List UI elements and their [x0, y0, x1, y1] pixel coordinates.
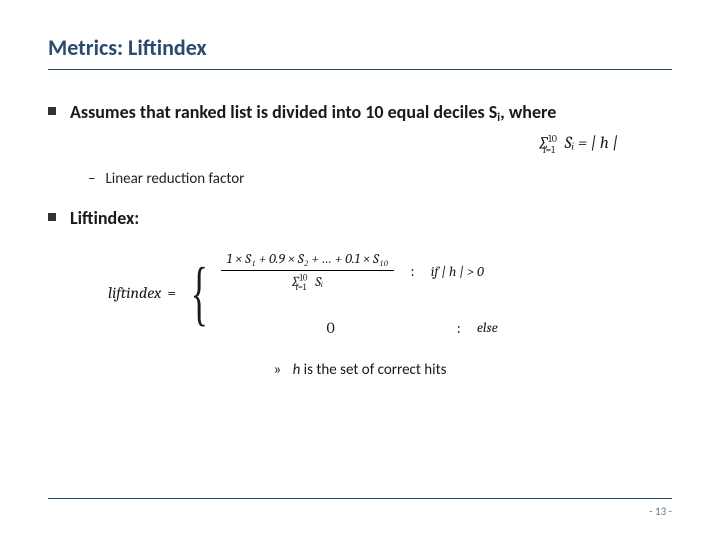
slide: Metrics: Liftindex Assumes that ranked l…: [0, 0, 720, 540]
bullet-assumes: Assumes that ranked list is divided into…: [48, 100, 672, 127]
formula-cases: 1 × S₁ + 0.9 × S₂ + … + 0.1 × S₁₀ ∑10i=1…: [221, 250, 498, 337]
dash-icon: –: [88, 170, 95, 188]
sum-body: Sᵢ = | h |: [565, 134, 618, 153]
footer: - 13 -: [48, 498, 672, 518]
note-line: » h is the set of correct hits: [48, 361, 672, 379]
bullet-liftindex: Liftindex:: [48, 206, 672, 230]
den-lower: i=1: [295, 283, 306, 293]
liftindex-label: liftindex: [108, 284, 161, 302]
liftindex-formula: liftindex = { 1 × S₁ + 0.9 × S₂ + … + 0.…: [108, 250, 672, 337]
den-upper: 10: [299, 273, 307, 283]
slide-title: Metrics: Liftindex: [48, 34, 672, 70]
bullet-liftindex-text: Liftindex:: [70, 206, 139, 230]
fraction-numerator: 1 × S₁ + 0.9 × S₂ + … + 0.1 × S₁₀: [221, 250, 395, 268]
case-row-1: 1 × S₁ + 0.9 × S₂ + … + 0.1 × S₁₀ ∑10i=1…: [221, 250, 498, 293]
fraction-line: [221, 270, 395, 271]
bullet1-prefix: Assumes that ranked list is divided into…: [70, 101, 497, 123]
sum-lower: i=1: [543, 144, 555, 156]
bullet-square-icon: [48, 107, 56, 115]
colon-icon: :: [410, 262, 414, 280]
bullet-square-icon: [48, 213, 56, 221]
case1-condition: if | h | > 0: [431, 263, 484, 280]
sum-formula: ∑10i=1 Sᵢ = | h |: [48, 133, 618, 156]
fraction-denominator: ∑10i=1 Sᵢ: [286, 273, 329, 293]
den-body: Sᵢ: [315, 273, 323, 290]
arrow-icon: »: [273, 361, 281, 379]
colon-icon: :: [457, 319, 461, 337]
case2-value: 0: [221, 319, 441, 337]
sub-bullet-linear: – Linear reduction factor: [88, 170, 672, 188]
equals-sign: =: [167, 284, 176, 302]
left-brace-icon: {: [191, 263, 208, 323]
sub-bullet-text: Linear reduction factor: [105, 170, 244, 188]
sum-upper: 10: [548, 133, 557, 145]
page-number: - 13 -: [649, 505, 672, 518]
bullet-assumes-text: Assumes that ranked list is divided into…: [70, 100, 556, 127]
bullet1-suffix: , where: [500, 101, 556, 123]
note-text: is the set of correct hits: [300, 361, 446, 379]
fraction: 1 × S₁ + 0.9 × S₂ + … + 0.1 × S₁₀ ∑10i=1…: [221, 250, 395, 293]
case-row-2: 0 : else: [221, 319, 498, 337]
case2-condition: else: [477, 319, 498, 336]
